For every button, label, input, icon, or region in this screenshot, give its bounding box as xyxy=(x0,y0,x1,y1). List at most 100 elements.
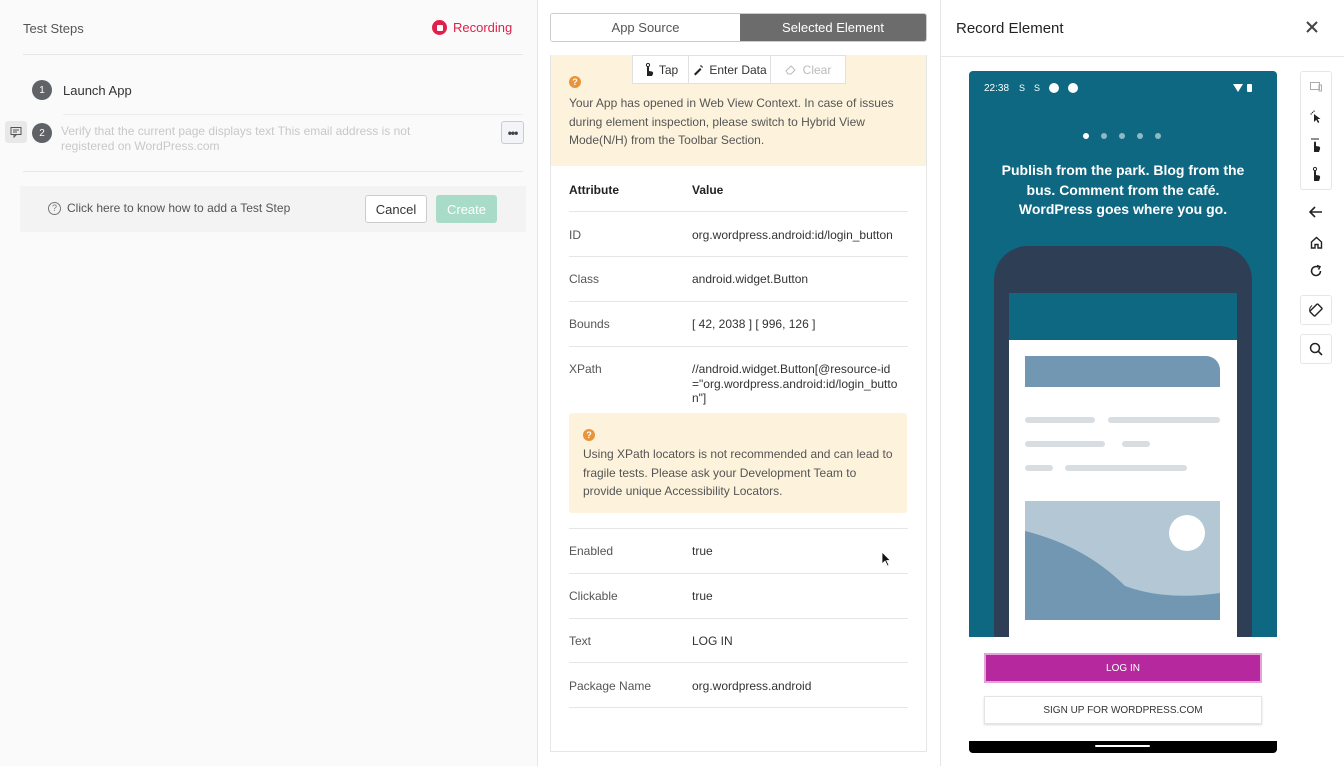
play-icon xyxy=(1049,83,1060,93)
warning-icon: ? xyxy=(569,76,581,88)
device-login-button[interactable]: LOG IN xyxy=(984,653,1262,683)
illustration-line xyxy=(1025,465,1053,471)
attribute-value: org.wordpress.android xyxy=(692,679,812,693)
device-view-icon[interactable] xyxy=(1300,71,1332,101)
action-toolbar: Tap Enter Data Clear xyxy=(632,55,846,84)
wifi-icon xyxy=(1233,84,1243,92)
tap-label: Tap xyxy=(658,62,679,77)
test-steps-panel: Test Steps Recording 1 Launch App 2 Veri… xyxy=(0,0,538,766)
attribute-value: android.widget.Button xyxy=(692,272,809,286)
mouse-cursor-icon xyxy=(881,551,892,567)
nav-bar xyxy=(969,741,1277,753)
step-number: 2 xyxy=(32,123,52,143)
tap-icon xyxy=(645,62,653,76)
illustration-line xyxy=(1065,465,1187,471)
attribute-key: Enabled xyxy=(569,544,614,558)
table-row: Bounds [ 42, 2038 ] [ 996, 126 ] xyxy=(569,302,908,347)
close-icon[interactable] xyxy=(1303,18,1321,36)
select-element-icon[interactable] xyxy=(1300,101,1332,131)
device-screen[interactable]: 22:38 S S Publish from the park. Blog fr… xyxy=(969,71,1277,753)
rotate-icon[interactable] xyxy=(1300,295,1332,325)
step-text[interactable]: Verify that the current page displays te… xyxy=(61,124,441,154)
panel-title: Record Element xyxy=(956,20,1064,37)
divider xyxy=(23,171,523,172)
s-notification-icon: S xyxy=(1019,83,1026,93)
home-gesture-bar[interactable] xyxy=(1095,745,1150,747)
attribute-value: //android.widget.Button[@resource-id ="o… xyxy=(692,362,898,405)
recording-label: Recording xyxy=(453,20,513,35)
search-icon[interactable] xyxy=(1300,334,1332,364)
table-row: Enabled true xyxy=(569,529,908,574)
tap-action[interactable]: Tap xyxy=(633,56,689,83)
warning-icon: ? xyxy=(583,429,595,441)
tap-gesture-icon[interactable] xyxy=(1300,160,1332,190)
help-link[interactable]: ? Click here to know how to add a Test S… xyxy=(48,201,290,215)
attribute-key: XPath xyxy=(569,362,602,376)
enter-data-icon xyxy=(694,64,704,75)
warning-text: Your App has opened in Web View Context.… xyxy=(569,96,894,147)
home-icon[interactable] xyxy=(1300,227,1332,257)
help-text: Click here to know how to add a Test Ste… xyxy=(67,201,291,215)
table-row: Clickable true xyxy=(569,574,908,619)
inspector-tabs: App Source Selected Element xyxy=(550,13,927,42)
tab-selected-element[interactable]: Selected Element xyxy=(740,14,926,41)
create-button[interactable]: Create xyxy=(436,195,497,223)
eraser-icon xyxy=(785,65,796,75)
status-icons: S S xyxy=(1019,83,1079,93)
table-row: XPath //android.widget.Button[@resource-… xyxy=(569,347,908,529)
warning-text: Using XPath locators is not recommended … xyxy=(583,447,893,498)
illustration-line xyxy=(1025,441,1105,447)
test-step-2[interactable]: 2 Verify that the current page displays … xyxy=(0,118,538,158)
table-row: Package Name org.wordpress.android xyxy=(569,663,908,708)
table-header: Attribute Value xyxy=(569,172,908,212)
question-icon: ? xyxy=(48,201,61,215)
step-text: Launch App xyxy=(63,83,132,98)
info-icon xyxy=(1068,83,1079,93)
enter-data-action[interactable]: Enter Data xyxy=(689,56,771,83)
tab-app-source[interactable]: App Source xyxy=(551,14,740,41)
more-options-button[interactable]: ••• xyxy=(501,121,524,144)
page-indicator xyxy=(1083,133,1161,139)
table-row: ID org.wordpress.android:id/login_button xyxy=(569,212,908,257)
xpath-warning: ? Using XPath locators is not recommende… xyxy=(569,413,907,513)
clear-action[interactable]: Clear xyxy=(771,56,845,83)
table-row: Class android.widget.Button xyxy=(569,257,908,302)
status-right-icons xyxy=(1233,84,1252,92)
refresh-icon[interactable] xyxy=(1300,256,1332,286)
back-icon[interactable] xyxy=(1300,197,1332,227)
illustration-title-bar xyxy=(1025,356,1220,387)
attribute-key: Bounds xyxy=(569,317,610,331)
attribute-key: Package Name xyxy=(569,679,652,693)
illustration-image xyxy=(1025,501,1220,620)
panel-title: Test Steps xyxy=(23,21,84,36)
attribute-value: true xyxy=(692,589,713,603)
illustration-line xyxy=(1108,417,1220,423)
step-number: 1 xyxy=(32,80,52,100)
comment-icon[interactable] xyxy=(5,121,27,143)
illustration-header xyxy=(1009,293,1237,340)
tagline: Publish from the park. Blog from the bus… xyxy=(1001,162,1245,217)
cancel-button[interactable]: Cancel xyxy=(365,195,427,223)
attribute-value: [ 42, 2038 ] [ 996, 126 ] xyxy=(692,317,816,331)
swipe-icon[interactable] xyxy=(1300,130,1332,160)
value-header: Value xyxy=(692,183,724,197)
attribute-key: Class xyxy=(569,272,600,286)
clear-label: Clear xyxy=(802,62,832,77)
status-time: 22:38 xyxy=(984,83,1010,94)
divider xyxy=(941,56,1344,57)
attribute-value: LOG IN xyxy=(692,634,733,648)
illustration-line xyxy=(1122,441,1150,447)
enter-data-label: Enter Data xyxy=(709,62,767,77)
device-toolbar xyxy=(1300,71,1332,366)
test-step-1[interactable]: 1 Launch App xyxy=(0,70,538,110)
attribute-value: true xyxy=(692,544,713,558)
divider xyxy=(63,114,523,115)
device-signup-button[interactable]: SIGN UP FOR WORDPRESS.COM xyxy=(984,696,1262,724)
attribute-key: ID xyxy=(569,228,581,242)
illustration-line xyxy=(1025,417,1095,423)
attribute-key: Text xyxy=(569,634,592,648)
attribute-header: Attribute xyxy=(569,183,619,197)
s-notification-icon: S xyxy=(1034,83,1041,93)
recording-indicator[interactable]: Recording xyxy=(432,20,512,35)
attribute-key: Clickable xyxy=(569,589,618,603)
